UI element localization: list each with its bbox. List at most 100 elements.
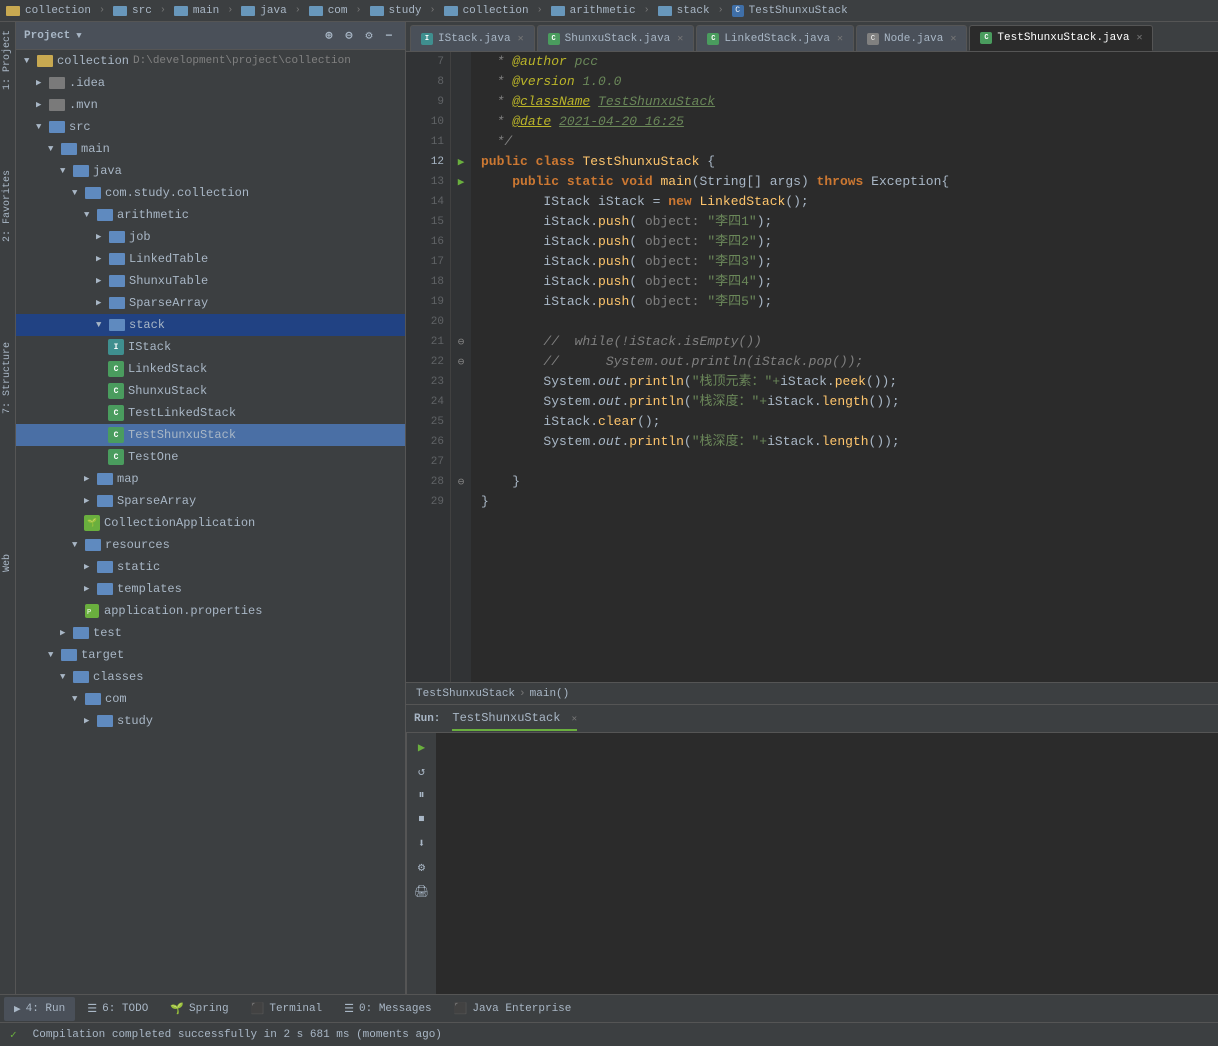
terminal-icon: ⬛ bbox=[251, 1002, 265, 1016]
tab-shunxustack[interactable]: C ShunxuStack.java ✕ bbox=[537, 25, 695, 51]
bc-java[interactable]: java bbox=[241, 5, 286, 17]
tab-close-icon[interactable]: ✕ bbox=[837, 33, 843, 45]
tree-item-job[interactable]: ▶ job bbox=[16, 226, 405, 248]
tree-item-target[interactable]: ▼ target bbox=[16, 644, 405, 666]
tree-item-templates[interactable]: ▶ templates bbox=[16, 578, 405, 600]
editor-content[interactable]: 7 8 9 10 11 12 13 14 15 16 17 18 19 20 2… bbox=[406, 52, 1218, 682]
bc-src[interactable]: src bbox=[113, 5, 152, 17]
run-print-button[interactable]: 🖨 bbox=[412, 881, 432, 901]
tree-item-classes[interactable]: ▼ classes bbox=[16, 666, 405, 688]
code-line-8: * @version 1.0.0 bbox=[481, 72, 1208, 92]
folder-yellow-icon bbox=[37, 55, 53, 67]
tree-item-study-target[interactable]: ▶ study bbox=[16, 710, 405, 732]
tab-close-icon[interactable]: ✕ bbox=[518, 33, 524, 45]
bc-class[interactable]: C TestShunxuStack bbox=[732, 5, 848, 17]
tree-item-shunxutable[interactable]: ▶ ShunxuTable bbox=[16, 270, 405, 292]
code-line-28: } bbox=[481, 472, 1208, 492]
tree-item-static[interactable]: ▶ static bbox=[16, 556, 405, 578]
tree-item-src[interactable]: ▼ src bbox=[16, 116, 405, 138]
run-icon: ▶ bbox=[14, 1002, 21, 1016]
bc-study[interactable]: study bbox=[370, 5, 422, 17]
bc-stack[interactable]: stack bbox=[658, 5, 710, 17]
run-pause-button[interactable]: ⏸ bbox=[412, 785, 432, 805]
side-project-label[interactable]: 1: Project bbox=[2, 30, 13, 90]
tab-close-icon[interactable]: ✕ bbox=[677, 33, 683, 45]
tree-item-collectionapp[interactable]: 🌱 CollectionApplication bbox=[16, 512, 405, 534]
bottom-tab-todo[interactable]: ☰ 6: TODO bbox=[77, 997, 158, 1021]
bc-collection2[interactable]: collection bbox=[444, 5, 529, 17]
tree-item-resources[interactable]: ▼ resources bbox=[16, 534, 405, 556]
breadcrumb-class[interactable]: TestShunxuStack bbox=[416, 688, 515, 700]
side-structure-label[interactable]: 7: Structure bbox=[2, 342, 13, 414]
bottom-tab-terminal[interactable]: ⬛ Terminal bbox=[241, 997, 333, 1021]
tree-item-testlinkedstack[interactable]: C TestLinkedStack bbox=[16, 402, 405, 424]
folder-blue-icon bbox=[73, 627, 89, 639]
tab-testshunxustack[interactable]: C TestShunxuStack.java ✕ bbox=[969, 25, 1153, 51]
code-line-14: IStack iStack = new LinkedStack(); bbox=[481, 192, 1208, 212]
tree-item-com-target[interactable]: ▼ com bbox=[16, 688, 405, 710]
tree-item-sparsearray[interactable]: ▶ SparseArray bbox=[16, 490, 405, 512]
settings-icon[interactable]: ⚙ bbox=[361, 28, 377, 44]
folder-blue-icon bbox=[85, 187, 101, 199]
bc-arithmetic[interactable]: arithmetic bbox=[551, 5, 636, 17]
bc-collection[interactable]: collection bbox=[6, 5, 91, 17]
tree-item-map[interactable]: ▶ map bbox=[16, 468, 405, 490]
tab-node[interactable]: C Node.java ✕ bbox=[856, 25, 967, 51]
tab-linkedstack[interactable]: C LinkedStack.java ✕ bbox=[696, 25, 854, 51]
tab-close-icon[interactable]: ✕ bbox=[1136, 32, 1142, 44]
tree-item-stack[interactable]: ▼ stack bbox=[16, 314, 405, 336]
folder-blue-icon bbox=[73, 671, 89, 683]
tree-item-linkedstack[interactable]: C LinkedStack bbox=[16, 358, 405, 380]
tree-item-arithmetic[interactable]: ▼ arithmetic bbox=[16, 204, 405, 226]
tree-item-idea[interactable]: ▶ .idea bbox=[16, 72, 405, 94]
run-play-button[interactable]: ▶ bbox=[412, 737, 432, 757]
bc-label: com bbox=[328, 5, 348, 17]
folder-blue-icon bbox=[109, 275, 125, 287]
tree-item-com-study-collection[interactable]: ▼ com.study.collection bbox=[16, 182, 405, 204]
bottom-tab-spring[interactable]: 🌱 Spring bbox=[160, 997, 238, 1021]
code-editor[interactable]: * @author pcc * @version 1.0.0 * @classN… bbox=[471, 52, 1218, 682]
side-favorites-label[interactable]: 2: Favorites bbox=[2, 170, 13, 242]
code-line-13: public static void main(String[] args) t… bbox=[481, 172, 1208, 192]
project-title: Project bbox=[24, 30, 70, 42]
code-line-29: } bbox=[481, 492, 1208, 512]
tree-item-linkedtable[interactable]: ▶ LinkedTable bbox=[16, 248, 405, 270]
tree-item-main[interactable]: ▼ main bbox=[16, 138, 405, 160]
tree-item-test[interactable]: ▶ test bbox=[16, 622, 405, 644]
tree-item-shunxustack[interactable]: C ShunxuStack bbox=[16, 380, 405, 402]
spring-icon: 🌱 bbox=[84, 515, 100, 531]
code-gutter: ▶ ▶ ⊖ ⊖ ⊖ bbox=[451, 52, 471, 682]
bottom-tab-java-enterprise[interactable]: ⬛ Java Enterprise bbox=[444, 997, 582, 1021]
run-settings-button[interactable]: ⚙ bbox=[412, 857, 432, 877]
bottom-tab-messages[interactable]: ☰ 0: Messages bbox=[334, 997, 442, 1021]
collapse-icon[interactable]: ⊖ bbox=[341, 28, 357, 44]
run-rerun-button[interactable]: ↺ bbox=[412, 761, 432, 781]
bc-com[interactable]: com bbox=[309, 5, 348, 17]
project-dropdown-arrow[interactable]: ▼ bbox=[76, 31, 81, 41]
run-panel: Run: TestShunxuStack ✕ ▶ ↺ ⏸ ⏹ ⬇ ⚙ 🖨 bbox=[406, 704, 1218, 994]
folder-blue-icon bbox=[109, 253, 125, 265]
breadcrumb-method[interactable]: main() bbox=[530, 688, 570, 700]
tab-close-icon[interactable]: ✕ bbox=[950, 33, 956, 45]
bc-main[interactable]: main bbox=[174, 5, 219, 17]
side-web-label[interactable]: Web bbox=[2, 554, 13, 572]
tree-item-istack[interactable]: I IStack bbox=[16, 336, 405, 358]
run-tab-testshunxustack[interactable]: TestShunxuStack ✕ bbox=[452, 707, 577, 731]
line-numbers: 7 8 9 10 11 12 13 14 15 16 17 18 19 20 2… bbox=[406, 52, 451, 682]
code-line-16: iStack.push( object: "李四2"); bbox=[481, 232, 1208, 252]
tree-item-mvn[interactable]: ▶ .mvn bbox=[16, 94, 405, 116]
sync-icon[interactable]: ⊕ bbox=[321, 28, 337, 44]
tree-item-testshunxustack[interactable]: C TestShunxuStack bbox=[16, 424, 405, 446]
tab-istack[interactable]: I IStack.java ✕ bbox=[410, 25, 535, 51]
run-tab-close[interactable]: ✕ bbox=[572, 714, 577, 724]
run-scroll-button[interactable]: ⬇ bbox=[412, 833, 432, 853]
hide-icon[interactable]: − bbox=[381, 28, 397, 44]
tree-item-java[interactable]: ▼ java bbox=[16, 160, 405, 182]
bottom-tab-run[interactable]: ▶ 4: Run bbox=[4, 997, 75, 1021]
code-line-20 bbox=[481, 312, 1208, 332]
tree-item-sparsearray-sub[interactable]: ▶ SparseArray bbox=[16, 292, 405, 314]
tree-item-testone[interactable]: C TestOne bbox=[16, 446, 405, 468]
tree-item-appprops[interactable]: P application.properties bbox=[16, 600, 405, 622]
tree-item-collection-root[interactable]: ▼ collection D:\development\project\coll… bbox=[16, 50, 405, 72]
run-stop-button[interactable]: ⏹ bbox=[412, 809, 432, 829]
